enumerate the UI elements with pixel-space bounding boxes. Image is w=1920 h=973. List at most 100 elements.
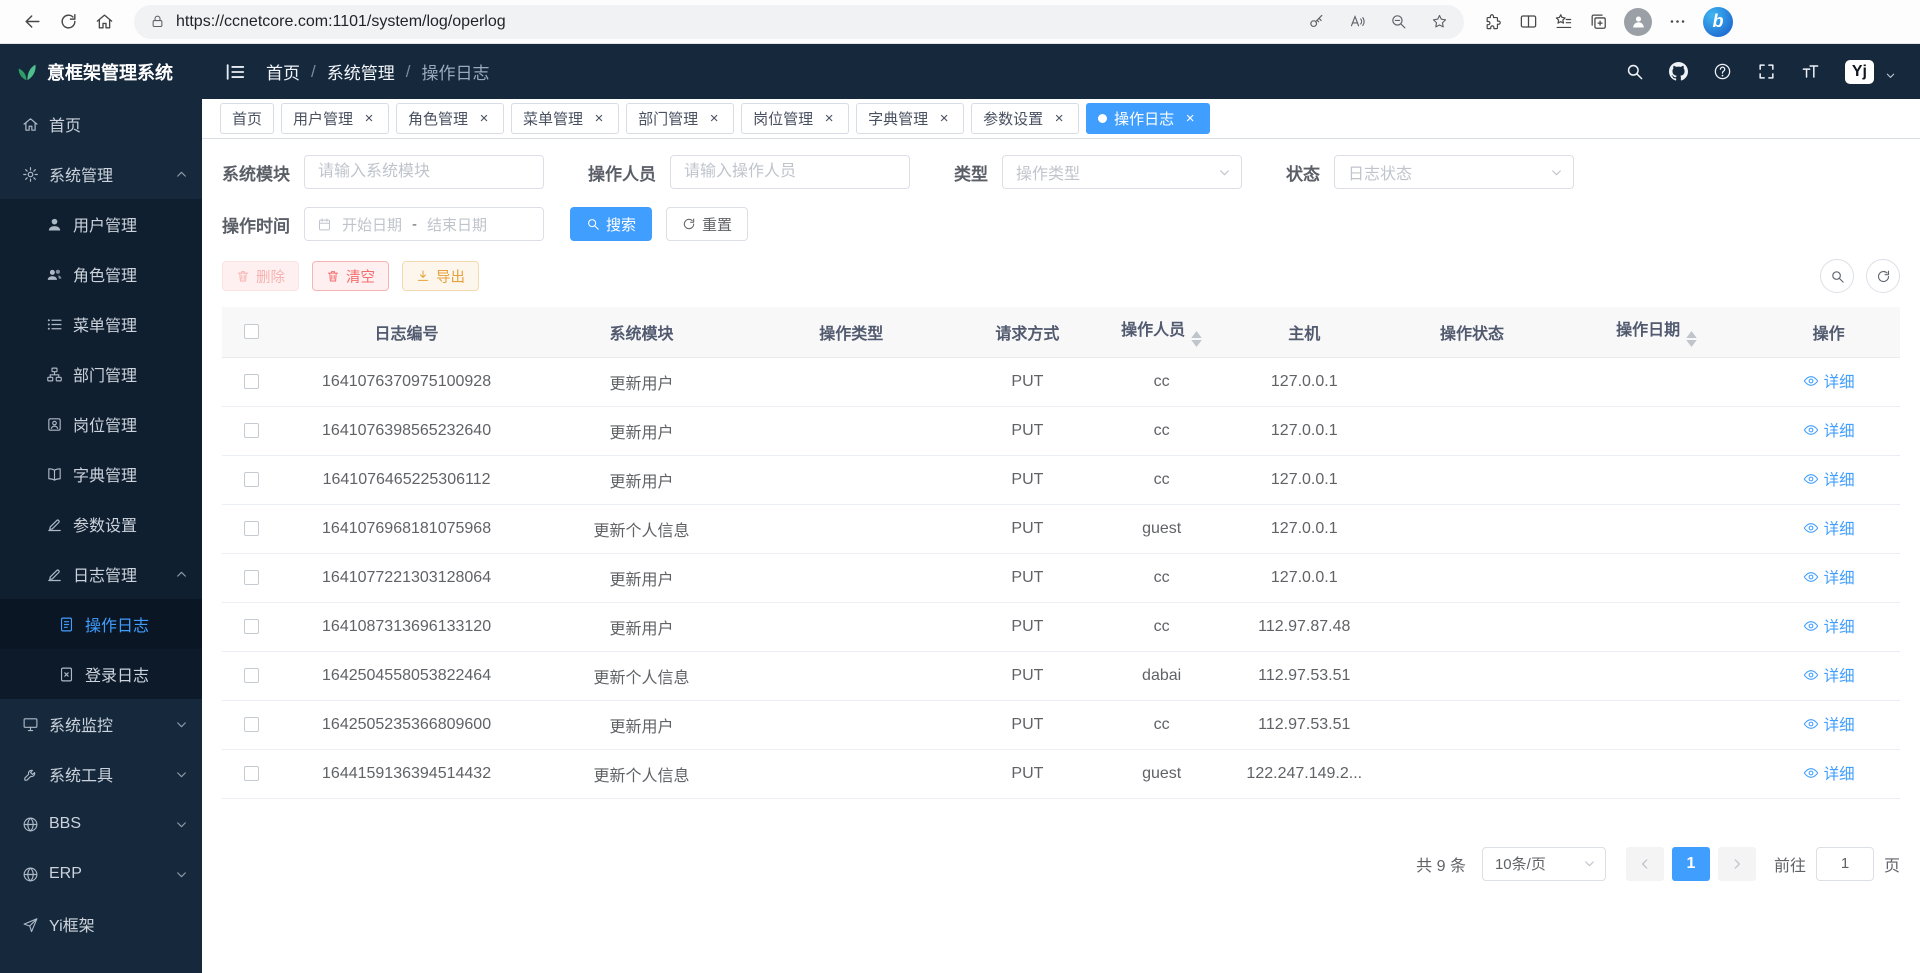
close-icon[interactable]: × (821, 111, 837, 127)
tab-param-settings[interactable]: 参数设置× (971, 103, 1079, 134)
font-size-icon[interactable] (1801, 62, 1820, 81)
tab-user-management[interactable]: 用户管理× (281, 103, 389, 134)
browser-back-button[interactable] (14, 4, 50, 40)
row-checkbox[interactable] (244, 619, 259, 634)
row-checkbox[interactable] (244, 423, 259, 438)
github-icon[interactable] (1669, 62, 1688, 81)
close-icon[interactable]: × (1051, 111, 1067, 127)
sidebar-item-log-management[interactable]: 日志管理 (0, 549, 202, 599)
tab-role-management[interactable]: 角色管理× (396, 103, 504, 134)
sidebar-item-system-tools[interactable]: 系统工具 (0, 749, 202, 799)
sidebar-item-user-management[interactable]: 用户管理 (0, 199, 202, 249)
operation-type-select[interactable]: 操作类型 (1002, 155, 1242, 189)
sidebar-item-role-management[interactable]: 角色管理 (0, 249, 202, 299)
select-all-checkbox[interactable] (244, 324, 259, 339)
sidebar-item-bbs[interactable]: BBS (0, 799, 202, 849)
next-page-button[interactable] (1718, 847, 1756, 881)
delete-button[interactable]: 删除 (222, 261, 299, 291)
sidebar-item-post-management[interactable]: 岗位管理 (0, 399, 202, 449)
detail-link[interactable]: 详细 (1803, 762, 1855, 784)
row-checkbox[interactable] (244, 521, 259, 536)
url-text[interactable]: https://ccnetcore.com:1101/system/log/op… (176, 13, 1308, 31)
row-checkbox[interactable] (244, 374, 259, 389)
row-checkbox[interactable] (244, 472, 259, 487)
sidebar-item-login-log[interactable]: 登录日志 (0, 649, 202, 699)
browser-refresh-button[interactable] (50, 4, 86, 40)
favorites-bar-icon[interactable] (1554, 12, 1573, 31)
detail-link[interactable]: 详细 (1803, 615, 1855, 637)
close-icon[interactable]: × (476, 111, 492, 127)
breadcrumb-system-management[interactable]: 系统管理 (327, 59, 395, 84)
row-checkbox[interactable] (244, 668, 259, 683)
sort-control[interactable] (1686, 331, 1697, 347)
close-icon[interactable]: × (936, 111, 952, 127)
sidebar-item-dict-management[interactable]: 字典管理 (0, 449, 202, 499)
close-icon[interactable]: × (706, 111, 722, 127)
date-cell (1556, 700, 1757, 749)
sidebar-item-system-management[interactable]: 系统管理 (0, 149, 202, 199)
sidebar-item-dept-management[interactable]: 部门管理 (0, 349, 202, 399)
fullscreen-icon[interactable] (1757, 62, 1776, 81)
log-status-select[interactable]: 日志状态 (1334, 155, 1574, 189)
zoom-icon[interactable] (1390, 13, 1407, 30)
search-icon[interactable] (1625, 62, 1644, 81)
address-bar[interactable]: https://ccnetcore.com:1101/system/log/op… (134, 5, 1464, 39)
sidebar-item-erp[interactable]: ERP (0, 849, 202, 899)
system-module-input[interactable] (304, 155, 544, 189)
detail-link[interactable]: 详细 (1803, 468, 1855, 490)
tab-operation-log[interactable]: 操作日志× (1086, 103, 1210, 134)
row-checkbox[interactable] (244, 570, 259, 585)
tab-home[interactable]: 首页 (220, 103, 274, 134)
detail-link[interactable]: 详细 (1803, 566, 1855, 588)
tab-post-management[interactable]: 岗位管理× (741, 103, 849, 134)
chevron-down-icon[interactable] (1885, 70, 1896, 81)
sidebar-item-yi-framework[interactable]: Yi框架 (0, 899, 202, 949)
goto-page-input[interactable] (1816, 847, 1874, 881)
sort-control[interactable] (1191, 331, 1202, 347)
user-logo-avatar[interactable]: Yj (1845, 60, 1874, 84)
reset-button[interactable]: 重置 (666, 207, 748, 241)
clear-button[interactable]: 清空 (312, 261, 389, 291)
row-checkbox[interactable] (244, 766, 259, 781)
bing-icon[interactable]: b (1703, 7, 1733, 37)
close-icon[interactable]: × (591, 111, 607, 127)
detail-link[interactable]: 详细 (1803, 419, 1855, 441)
sidebar-item-param-settings[interactable]: 参数设置 (0, 499, 202, 549)
sidebar-item-system-monitor[interactable]: 系统监控 (0, 699, 202, 749)
row-checkbox[interactable] (244, 717, 259, 732)
help-icon[interactable] (1713, 62, 1732, 81)
tab-dict-management[interactable]: 字典管理× (856, 103, 964, 134)
prev-page-button[interactable] (1626, 847, 1664, 881)
date-range-picker[interactable]: 开始日期 - 结束日期 (304, 207, 544, 241)
more-menu-icon[interactable] (1668, 12, 1687, 31)
page-number-button[interactable]: 1 (1672, 847, 1710, 881)
page-size-select[interactable]: 10条/页 (1482, 847, 1606, 881)
refresh-table-button[interactable] (1866, 259, 1900, 293)
operator-input[interactable] (670, 155, 910, 189)
export-button[interactable]: 导出 (402, 261, 479, 291)
toggle-search-button[interactable] (1820, 259, 1854, 293)
key-icon[interactable] (1308, 13, 1325, 30)
sidebar-toggle-icon[interactable] (224, 61, 246, 83)
tab-menu-management[interactable]: 菜单管理× (511, 103, 619, 134)
favorite-star-icon[interactable] (1431, 13, 1448, 30)
detail-link[interactable]: 详细 (1803, 370, 1855, 392)
read-aloud-icon[interactable] (1349, 13, 1366, 30)
search-button[interactable]: 搜索 (570, 207, 652, 241)
sidebar-item-label: 操作日志 (85, 612, 149, 636)
sidebar-item-home[interactable]: 首页 (0, 99, 202, 149)
extensions-icon[interactable] (1484, 12, 1503, 31)
sidebar-item-menu-management[interactable]: 菜单管理 (0, 299, 202, 349)
tab-dept-management[interactable]: 部门管理× (626, 103, 734, 134)
detail-link[interactable]: 详细 (1803, 713, 1855, 735)
split-screen-icon[interactable] (1519, 12, 1538, 31)
breadcrumb-home[interactable]: 首页 (266, 59, 300, 84)
browser-home-button[interactable] (86, 4, 122, 40)
collections-icon[interactable] (1589, 12, 1608, 31)
detail-link[interactable]: 详细 (1803, 664, 1855, 686)
sidebar-item-operation-log[interactable]: 操作日志 (0, 599, 202, 649)
close-icon[interactable]: × (1182, 111, 1198, 127)
detail-link[interactable]: 详细 (1803, 517, 1855, 539)
profile-avatar[interactable] (1624, 8, 1652, 36)
close-icon[interactable]: × (361, 111, 377, 127)
